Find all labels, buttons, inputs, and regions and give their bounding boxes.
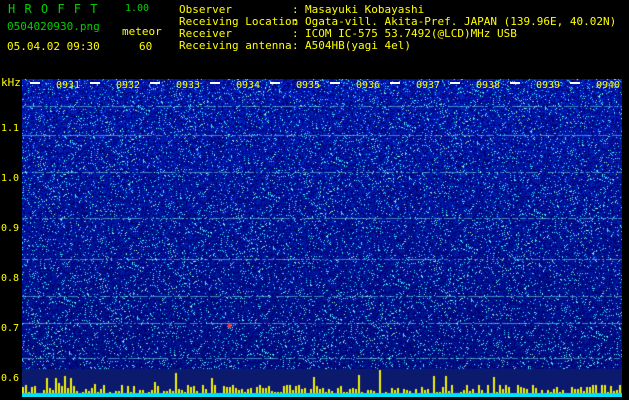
time-axis-tick xyxy=(570,82,580,84)
version-label: 1.00 xyxy=(125,3,150,14)
time-axis-tick xyxy=(510,82,520,84)
info-value: A504HB(yagi 4el) xyxy=(305,39,411,52)
count-label: 60 xyxy=(139,40,153,53)
y-axis-unit: kHz xyxy=(1,76,21,89)
time-axis-tick xyxy=(210,82,220,84)
y-axis-tick-label: 0.7 xyxy=(1,323,20,334)
info-colon: : xyxy=(292,39,299,52)
time-axis-label: 0938 xyxy=(476,80,501,91)
y-axis-tick-label: 1.1 xyxy=(1,123,20,134)
time-axis-label: 0940 xyxy=(596,80,621,91)
time-axis-label: 0939 xyxy=(536,80,561,91)
file-name: 0504020930.png xyxy=(7,20,100,33)
y-axis-tick-label: 1.0 xyxy=(1,173,20,184)
time-axis-label: 0933 xyxy=(176,80,201,91)
info-key: Receiving antenna xyxy=(179,39,292,52)
mode-label: meteor xyxy=(122,25,162,38)
time-axis-tick xyxy=(150,82,160,84)
time-axis-tick xyxy=(330,82,340,84)
y-axis-tick-label: 0.6 xyxy=(1,373,20,384)
time-axis-label: 0936 xyxy=(356,80,381,91)
y-axis-tick-label: 0.8 xyxy=(1,273,20,284)
time-axis-label: 0937 xyxy=(416,80,441,91)
datetime-label: 05.04.02 09:30 xyxy=(7,40,100,53)
spectrogram-canvas xyxy=(22,79,622,397)
time-axis-tick xyxy=(270,82,280,84)
time-axis-label: 0934 xyxy=(236,80,261,91)
time-axis-tick xyxy=(450,82,460,84)
time-axis-label: 0935 xyxy=(296,80,321,91)
time-axis-label: 0932 xyxy=(116,80,141,91)
time-axis-tick xyxy=(30,82,40,84)
y-axis-tick-label: 0.9 xyxy=(1,223,20,234)
time-axis-label: 0931 xyxy=(56,80,81,91)
app-title: H R O F F T xyxy=(8,2,99,16)
time-axis-tick xyxy=(390,82,400,84)
time-axis-tick xyxy=(90,82,100,84)
